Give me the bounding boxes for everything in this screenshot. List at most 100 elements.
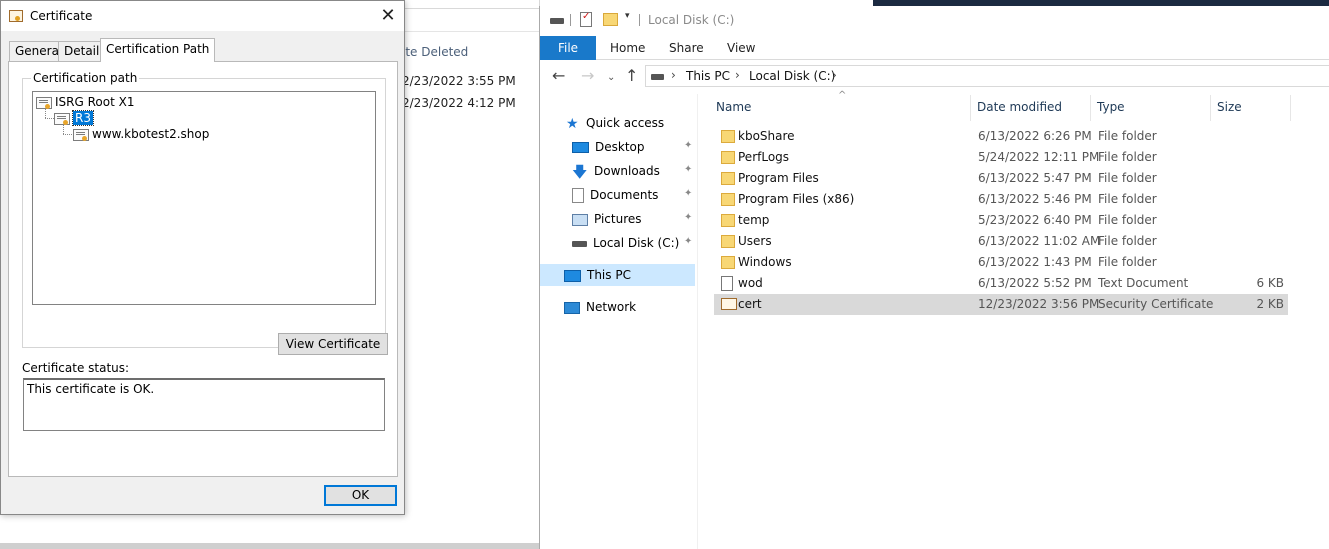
pin-icon[interactable]: ✦: [684, 140, 692, 151]
tree-connector: [63, 125, 64, 134]
file-row-selected[interactable]: cert 12/23/2022 3:56 PM Security Certifi…: [714, 294, 1288, 315]
nav-item-documents[interactable]: Documents: [572, 184, 658, 206]
file-date: 6/13/2022 6:26 PM: [978, 129, 1092, 143]
file-type: File folder: [1098, 255, 1157, 269]
forward-arrow-icon[interactable]: →: [581, 67, 594, 85]
tab-home[interactable]: Home: [610, 36, 645, 60]
address-bar[interactable]: › This PC › Local Disk (C:) ›: [645, 65, 1329, 87]
recent-locations-icon[interactable]: ⌄: [607, 69, 615, 87]
column-header-size[interactable]: Size: [1217, 100, 1242, 114]
folder-icon: [721, 151, 735, 164]
file-type: Security Certificate: [1098, 297, 1214, 311]
folder-icon: [721, 172, 735, 185]
file-row[interactable]: Program Files 6/13/2022 5:47 PM File fol…: [714, 168, 1288, 189]
file-tab[interactable]: File: [540, 36, 596, 60]
certificate-status-box[interactable]: This certificate is OK.: [23, 378, 385, 431]
file-row[interactable]: kboShare 6/13/2022 6:26 PM File folder: [714, 126, 1288, 147]
tree-node-root[interactable]: ISRG Root X1: [36, 94, 134, 110]
column-divider[interactable]: [1290, 95, 1291, 121]
folder-icon: [721, 130, 735, 143]
breadcrumb-separator[interactable]: ›: [832, 68, 837, 82]
column-divider[interactable]: [1090, 95, 1091, 121]
file-date: 5/24/2022 12:11 PM: [978, 150, 1100, 164]
nav-item-downloads[interactable]: 🡇 Downloads: [572, 160, 660, 182]
downloads-icon: 🡇: [572, 162, 588, 181]
text-document-icon: [721, 276, 733, 291]
file-name: PerfLogs: [738, 150, 790, 164]
file-type: Text Document: [1098, 276, 1189, 290]
nav-item-local-disk[interactable]: Local Disk (C:): [572, 232, 679, 254]
tab-view[interactable]: View: [727, 36, 755, 60]
tab-panel: Certification path ISRG Root X1 R3 www.k…: [8, 61, 398, 477]
pin-icon[interactable]: ✦: [684, 212, 692, 223]
file-date: 5/23/2022 6:40 PM: [978, 213, 1092, 227]
certificate-icon: [73, 128, 89, 141]
column-header-date-modified[interactable]: Date modified: [977, 100, 1062, 114]
deleted-date-cell: 2/23/2022 4:12 PM: [402, 96, 516, 110]
tree-connector: [63, 134, 72, 135]
date-deleted-column-header[interactable]: ate Deleted: [398, 45, 468, 59]
pin-icon[interactable]: ✦: [684, 188, 692, 199]
certificate-icon: [9, 10, 23, 22]
pin-icon[interactable]: ✦: [684, 164, 692, 175]
nav-item-label: Desktop: [595, 140, 645, 154]
file-date: 6/13/2022 1:43 PM: [978, 255, 1092, 269]
nav-item-label: Pictures: [594, 212, 642, 226]
nav-item-desktop[interactable]: Desktop: [572, 136, 645, 158]
tree-node-intermediate[interactable]: R3: [54, 110, 94, 126]
nav-item-quick-access[interactable]: ★ Quick access: [566, 112, 664, 134]
file-name: cert: [738, 297, 762, 311]
up-arrow-icon[interactable]: ↑: [625, 67, 638, 85]
toolbar-separator: [570, 14, 571, 26]
certification-path-tree[interactable]: ISRG Root X1 R3 www.kbotest2.shop: [32, 91, 376, 305]
tab-certification-path[interactable]: Certification Path: [100, 38, 216, 62]
nav-item-network[interactable]: Network: [564, 296, 636, 318]
properties-icon[interactable]: [580, 11, 592, 27]
file-type: File folder: [1098, 234, 1157, 248]
file-date: 6/13/2022 5:46 PM: [978, 192, 1092, 206]
file-type: File folder: [1098, 129, 1157, 143]
column-divider[interactable]: [970, 95, 971, 121]
new-folder-icon[interactable]: [603, 13, 618, 26]
dialog-titlebar[interactable]: Certificate ✕: [1, 1, 404, 31]
back-arrow-icon[interactable]: ←: [552, 67, 565, 85]
tree-node-leaf[interactable]: www.kbotest2.shop: [73, 126, 209, 142]
column-divider[interactable]: [1210, 95, 1211, 121]
background-scrollbar[interactable]: [0, 543, 540, 549]
folder-icon: [721, 256, 735, 269]
tab-share[interactable]: Share: [669, 36, 704, 60]
nav-item-label: Documents: [590, 188, 659, 202]
file-row[interactable]: wod 6/13/2022 5:52 PM Text Document 6 KB: [714, 273, 1288, 294]
view-certificate-button[interactable]: View Certificate: [278, 333, 388, 355]
toolbar-separator: [639, 14, 640, 26]
certification-path-group: Certification path ISRG Root X1 R3 www.k…: [22, 71, 388, 355]
sort-ascending-icon: ^: [838, 90, 847, 101]
nav-item-pictures[interactable]: Pictures: [572, 208, 642, 230]
customize-toolbar-icon[interactable]: ▾: [625, 11, 630, 21]
file-row[interactable]: PerfLogs 5/24/2022 12:11 PM File folder: [714, 147, 1288, 168]
breadcrumb-separator[interactable]: ›: [735, 68, 740, 82]
file-row[interactable]: Users 6/13/2022 11:02 AM File folder: [714, 231, 1288, 252]
ok-button[interactable]: OK: [324, 485, 397, 506]
column-header-type[interactable]: Type: [1097, 100, 1125, 114]
file-type: File folder: [1098, 213, 1157, 227]
nav-item-label: Network: [586, 300, 637, 314]
computer-icon: [564, 269, 581, 282]
nav-item-this-pc[interactable]: This PC: [540, 264, 695, 286]
pin-icon[interactable]: ✦: [684, 236, 692, 247]
column-header-name[interactable]: Name: [716, 100, 751, 114]
close-icon[interactable]: ✕: [373, 2, 403, 30]
file-row[interactable]: temp 5/23/2022 6:40 PM File folder: [714, 210, 1288, 231]
tree-node-label: R3: [72, 110, 94, 126]
file-row[interactable]: Windows 6/13/2022 1:43 PM File folder: [714, 252, 1288, 273]
group-label: Certification path: [31, 71, 140, 85]
nav-item-label: Quick access: [586, 116, 665, 130]
deleted-date-cell: 2/23/2022 3:55 PM: [402, 74, 516, 88]
desktop-icon: [572, 142, 589, 153]
file-row[interactable]: Program Files (x86) 6/13/2022 5:46 PM Fi…: [714, 189, 1288, 210]
file-date: 6/13/2022 11:02 AM: [978, 234, 1101, 248]
breadcrumb-separator[interactable]: ›: [671, 68, 676, 82]
breadcrumb-this-pc[interactable]: This PC: [686, 69, 730, 83]
navigation-pane: ★ Quick access Desktop ✦ 🡇 Downloads ✦ Doc…: [540, 94, 698, 549]
breadcrumb-local-disk[interactable]: Local Disk (C:): [749, 69, 835, 83]
